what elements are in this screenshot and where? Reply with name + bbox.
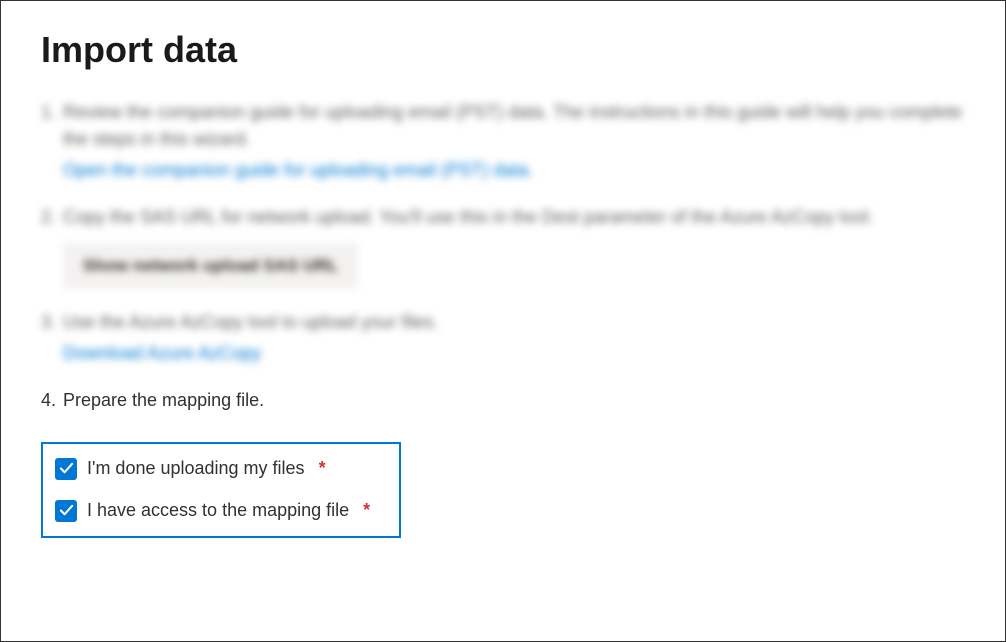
show-sas-url-button[interactable]: Show network upload SAS URL	[63, 243, 358, 289]
checkbox-done-uploading[interactable]	[55, 458, 77, 480]
confirmation-checkboxes: I'm done uploading my files * I have acc…	[41, 442, 401, 538]
step-1: 1. Review the companion guide for upload…	[41, 99, 965, 184]
checkmark-icon	[59, 461, 74, 476]
checkbox-done-uploading-row: I'm done uploading my files *	[55, 458, 387, 480]
step-1-link[interactable]: Open the companion guide for uploading e…	[63, 157, 965, 184]
checkbox-have-mapping[interactable]	[55, 500, 77, 522]
step-4: 4. Prepare the mapping file.	[41, 387, 965, 414]
required-indicator: *	[319, 458, 326, 479]
checkmark-icon	[59, 503, 74, 518]
step-4-text: Prepare the mapping file.	[63, 390, 264, 410]
step-2-text: Copy the SAS URL for network upload. You…	[63, 207, 873, 227]
required-indicator: *	[363, 500, 370, 521]
checkbox-done-uploading-label: I'm done uploading my files	[87, 458, 305, 479]
step-1-text: Review the companion guide for uploading…	[63, 102, 962, 149]
step-1-number: 1.	[41, 99, 56, 126]
wizard-steps: 1. Review the companion guide for upload…	[41, 99, 965, 414]
step-3-text: Use the Azure AzCopy tool to upload your…	[63, 312, 438, 332]
step-2-number: 2.	[41, 204, 56, 231]
step-4-number: 4.	[41, 387, 56, 414]
step-3-number: 3.	[41, 309, 56, 336]
step-3: 3. Use the Azure AzCopy tool to upload y…	[41, 309, 965, 367]
step-3-link[interactable]: Download Azure AzCopy	[63, 340, 965, 367]
checkbox-have-mapping-label: I have access to the mapping file	[87, 500, 349, 521]
checkbox-have-mapping-row: I have access to the mapping file *	[55, 500, 387, 522]
page-title: Import data	[41, 29, 965, 71]
step-2: 2. Copy the SAS URL for network upload. …	[41, 204, 965, 289]
